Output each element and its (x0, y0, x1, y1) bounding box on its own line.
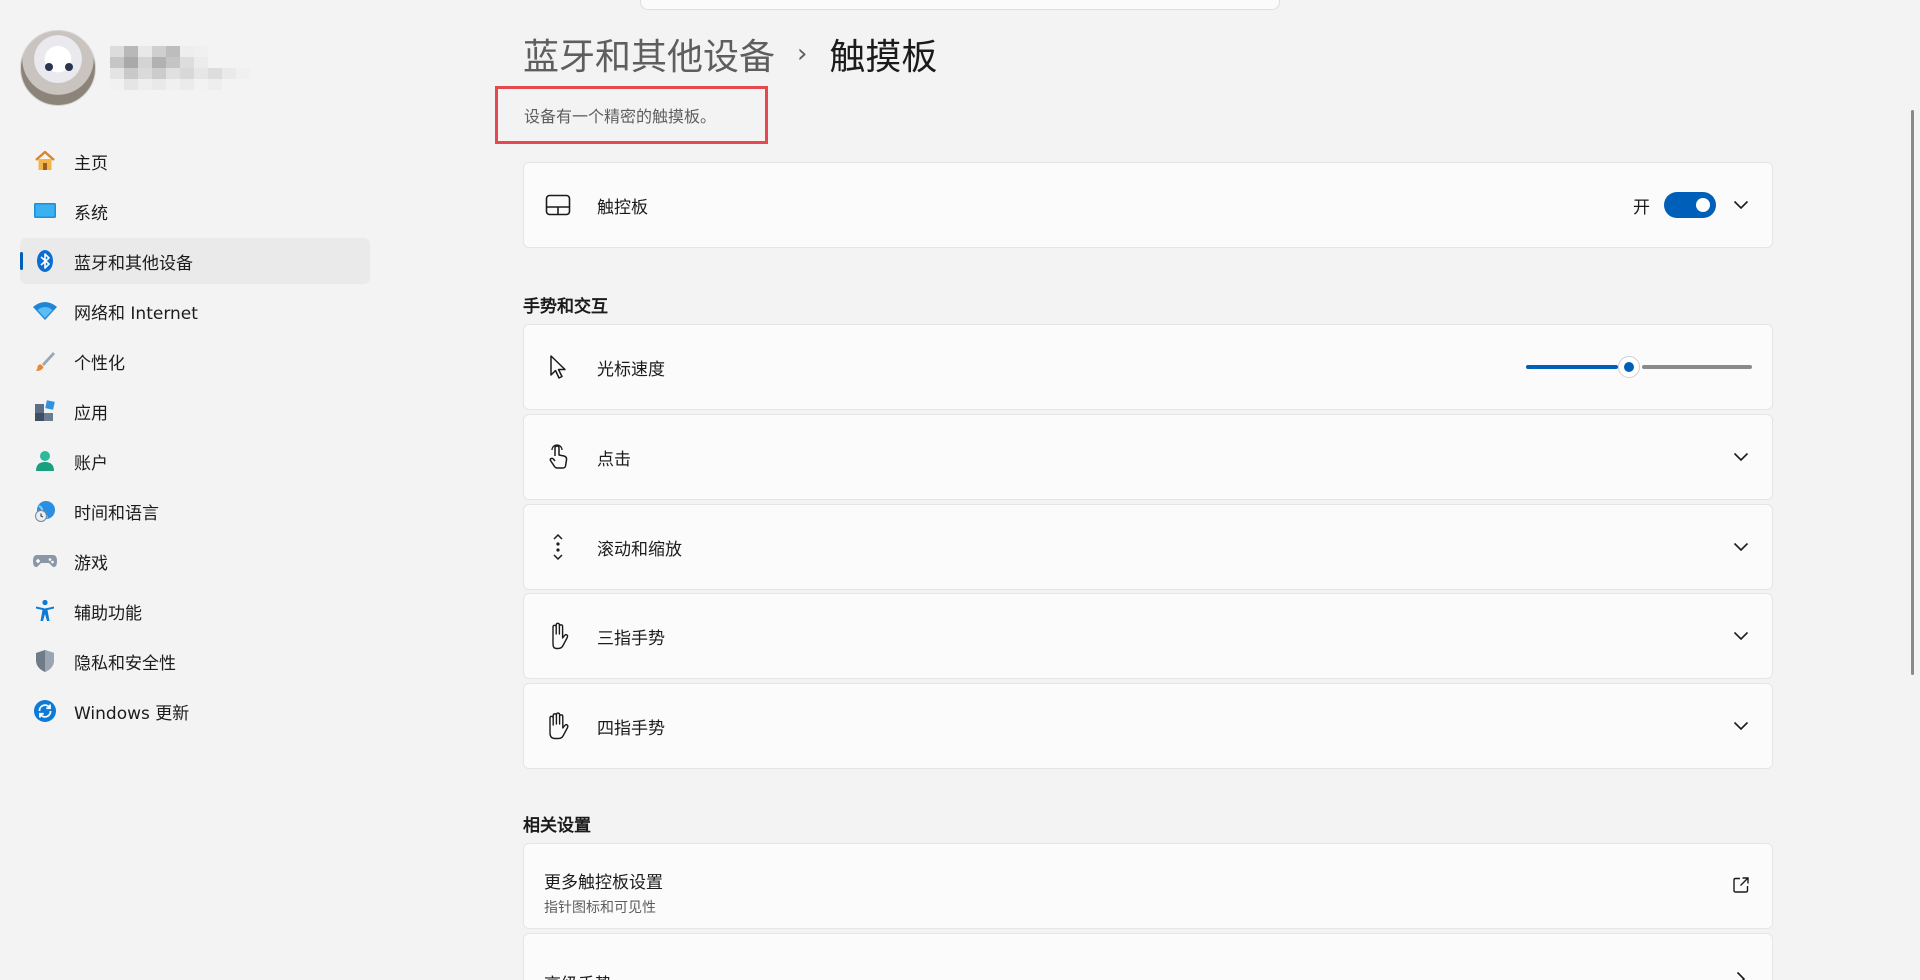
sidebar-item-label: Windows 更新 (74, 703, 190, 724)
tap-card[interactable]: 点击 (523, 414, 1773, 500)
scroll-zoom-card[interactable]: 滚动和缩放 (523, 504, 1773, 590)
person-icon (32, 448, 58, 474)
cursor-speed-label: 光标速度 (597, 359, 665, 380)
sidebar-item-accounts[interactable]: 账户 (20, 438, 370, 484)
advanced-gestures-card[interactable]: 高级手势 (523, 933, 1773, 980)
highlight-box: 设备有一个精密的触摸板。 (495, 86, 768, 144)
blurred-user-name (110, 46, 250, 90)
cursor-speed-slider[interactable] (1526, 356, 1752, 378)
monitor-icon (32, 198, 58, 224)
sidebar-item-label: 辅助功能 (74, 603, 142, 624)
sidebar-item-apps[interactable]: 应用 (20, 388, 370, 434)
sidebar-item-windows-update[interactable]: Windows 更新 (20, 688, 370, 734)
touchpad-icon (544, 191, 572, 219)
chevron-down-icon[interactable] (1732, 196, 1750, 214)
advanced-gestures-text: 高级手势 (544, 970, 612, 980)
sidebar-item-personalization[interactable]: 个性化 (20, 338, 370, 384)
breadcrumb-parent[interactable]: 蓝牙和其他设备 (523, 28, 775, 80)
touchpad-toggle[interactable] (1664, 192, 1716, 218)
section-title-related: 相关设置 (523, 816, 591, 836)
tap-icon (544, 443, 572, 471)
sidebar-item-time-language[interactable]: 时间和语言 (20, 488, 370, 534)
sidebar: 主页 系统 蓝牙和其他设备 网络和 Internet 个性化 应用 账户 时间和… (0, 0, 380, 980)
touchpad-label: 触控板 (597, 197, 648, 218)
page-title: 触摸板 (829, 37, 938, 78)
chevron-right-icon[interactable] (1732, 970, 1750, 980)
more-settings-subtitle: 指针图标和可见性 (544, 900, 656, 916)
accessibility-icon (32, 598, 58, 624)
avatar-eye-left (45, 63, 53, 71)
more-settings-text: 更多触控板设置 指针图标和可见性 (544, 868, 663, 917)
sidebar-item-gaming[interactable]: 游戏 (20, 538, 370, 584)
three-finger-card[interactable]: 三指手势 (523, 593, 1773, 679)
four-finger-label: 四指手势 (597, 718, 665, 739)
chevron-down-icon[interactable] (1732, 627, 1750, 645)
wifi-icon (32, 298, 58, 324)
sidebar-item-bluetooth-devices[interactable]: 蓝牙和其他设备 (20, 238, 370, 284)
external-link-icon[interactable] (1732, 876, 1752, 896)
home-icon (32, 148, 58, 174)
vertical-scrollbar[interactable] (1911, 110, 1914, 675)
search-box[interactable] (640, 0, 1280, 10)
sidebar-item-label: 主页 (74, 153, 108, 174)
avatar[interactable] (20, 30, 96, 106)
scroll-zoom-label: 滚动和缩放 (597, 539, 682, 560)
toggle-state-text: 开 (1633, 197, 1650, 218)
section-title-gestures: 手势和交互 (523, 297, 608, 317)
slider-track-filled (1526, 365, 1618, 369)
user-profile[interactable] (20, 30, 250, 106)
scroll-icon (544, 533, 572, 561)
advanced-gestures-title: 高级手势 (544, 970, 612, 980)
sidebar-item-accessibility[interactable]: 辅助功能 (20, 588, 370, 634)
sidebar-item-label: 时间和语言 (74, 503, 159, 524)
breadcrumb-separator: › (797, 39, 808, 69)
cursor-speed-card: 光标速度 (523, 324, 1773, 410)
slider-track-empty (1642, 365, 1752, 369)
sidebar-item-label: 账户 (74, 453, 108, 474)
more-settings-title: 更多触控板设置 (544, 873, 663, 893)
sidebar-item-system[interactable]: 系统 (20, 188, 370, 234)
four-finger-hand-icon (544, 712, 572, 740)
breadcrumb: 蓝牙和其他设备 › 触摸板 (523, 28, 937, 80)
sidebar-item-label: 蓝牙和其他设备 (74, 253, 193, 274)
settings-window: 主页 系统 蓝牙和其他设备 网络和 Internet 个性化 应用 账户 时间和… (0, 0, 1920, 980)
four-finger-card[interactable]: 四指手势 (523, 683, 1773, 769)
apps-icon (32, 398, 58, 424)
touchpad-card[interactable]: 触控板 开 (523, 162, 1773, 248)
sidebar-item-label: 应用 (74, 403, 108, 424)
sidebar-item-label: 游戏 (74, 553, 108, 574)
tap-label: 点击 (597, 449, 631, 470)
sidebar-item-label: 隐私和安全性 (74, 653, 176, 674)
slider-thumb[interactable] (1618, 356, 1640, 378)
device-description: 设备有一个精密的触摸板。 (524, 107, 717, 126)
three-finger-hand-icon (544, 622, 572, 650)
shield-icon (32, 648, 58, 674)
globe-clock-icon (32, 498, 58, 524)
sidebar-item-network[interactable]: 网络和 Internet (20, 288, 370, 334)
brush-icon (32, 348, 58, 374)
chevron-down-icon[interactable] (1732, 448, 1750, 466)
chevron-down-icon[interactable] (1732, 717, 1750, 735)
cursor-icon (544, 353, 572, 381)
chevron-down-icon[interactable] (1732, 538, 1750, 556)
sidebar-item-home[interactable]: 主页 (20, 138, 370, 184)
gamepad-icon (32, 548, 58, 574)
avatar-eye-right (65, 63, 73, 71)
more-touchpad-settings-card[interactable]: 更多触控板设置 指针图标和可见性 (523, 843, 1773, 929)
sidebar-item-label: 个性化 (74, 353, 125, 374)
sidebar-item-label: 网络和 Internet (74, 303, 198, 324)
sidebar-item-privacy[interactable]: 隐私和安全性 (20, 638, 370, 684)
touchpad-toggle-group: 开 (1633, 192, 1716, 218)
sidebar-item-label: 系统 (74, 203, 108, 224)
three-finger-label: 三指手势 (597, 628, 665, 649)
update-icon (32, 698, 58, 724)
bluetooth-icon (32, 248, 58, 274)
navigation-list: 主页 系统 蓝牙和其他设备 网络和 Internet 个性化 应用 账户 时间和… (20, 138, 370, 738)
